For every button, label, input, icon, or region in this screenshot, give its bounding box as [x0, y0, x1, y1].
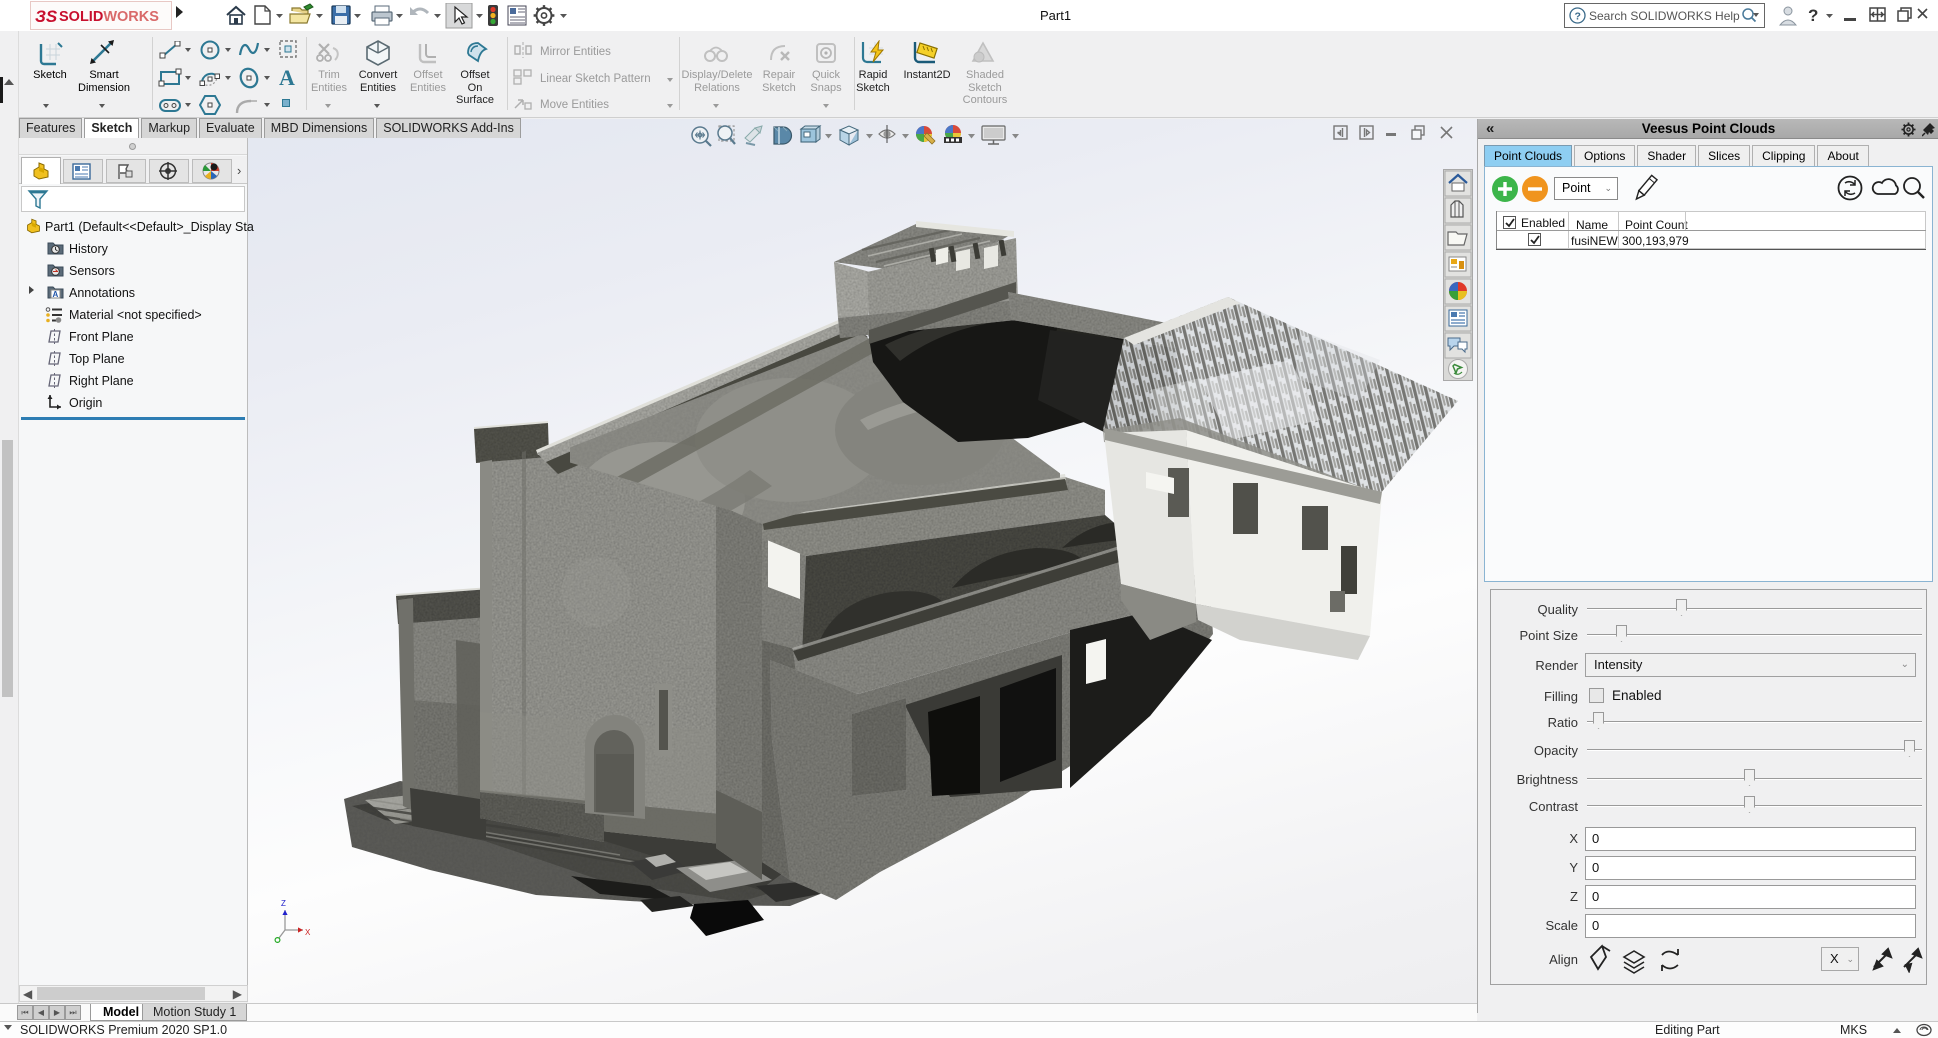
svg-text:X: X — [305, 928, 311, 937]
svg-text:ЗS: ЗS — [35, 7, 58, 26]
svg-text:?: ? — [1575, 11, 1581, 23]
svg-text:SOLIDWORKS: SOLIDWORKS — [59, 9, 159, 25]
svg-text:?: ? — [1808, 6, 1818, 25]
svg-text:A: A — [53, 290, 59, 299]
svg-text:Z: Z — [281, 899, 286, 908]
